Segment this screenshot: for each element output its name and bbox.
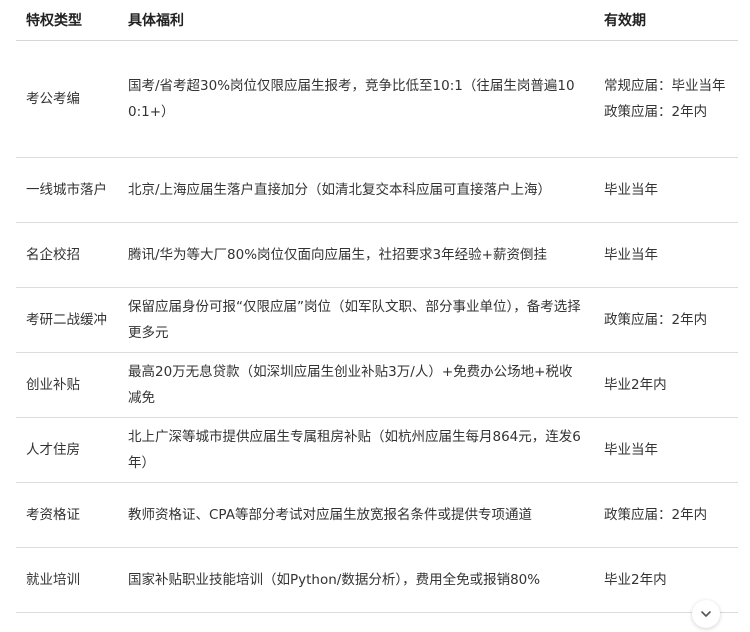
cell-type: 一线城市落户 — [16, 157, 118, 223]
cell-validity: 政策应届：2年内 — [594, 287, 738, 353]
table-row: 就业培训 国家补贴职业技能培训（如Python/数据分析），费用全免或报销80%… — [16, 547, 738, 613]
header-type: 特权类型 — [16, 0, 118, 41]
cell-validity: 毕业当年 — [594, 417, 738, 483]
chevron-down-icon — [701, 611, 711, 617]
cell-validity: 毕业当年 — [594, 157, 738, 223]
cell-validity: 政策应届：2年内 — [594, 482, 738, 548]
cell-benefit: 北上广深等城市提供应届生专属租房补贴（如杭州应届生每月864元，连发6年） — [118, 417, 594, 483]
cell-type: 考公考编 — [16, 40, 118, 158]
cell-validity: 常规应届：毕业当年 政策应届：2年内 — [594, 40, 738, 158]
cell-benefit: 最高20万无息贷款（如深圳应届生创业补贴3万/人）+免费办公场地+税收减免 — [118, 352, 594, 418]
cell-validity: 毕业2年内 — [594, 547, 738, 613]
cell-validity: 毕业当年 — [594, 222, 738, 288]
table-row: 人才住房 北上广深等城市提供应届生专属租房补贴（如杭州应届生每月864元，连发6… — [16, 417, 738, 483]
cell-benefit: 保留应届身份可报“仅限应届”岗位（如军队文职、部分事业单位），备考选择更多元 — [118, 287, 594, 353]
header-validity: 有效期 — [594, 0, 738, 41]
cell-type: 人才住房 — [16, 417, 118, 483]
cell-type: 就业培训 — [16, 547, 118, 613]
table-row: 名企校招 腾讯/华为等大厂80%岗位仅面向应届生，社招要求3年经验+薪资倒挂 毕… — [16, 222, 738, 288]
cell-benefit: 国考/省考超30%岗位仅限应届生报考，竞争比低至10:1（往届生岗普遍100:1… — [118, 40, 594, 158]
cell-benefit: 教师资格证、CPA等部分考试对应届生放宽报名条件或提供专项通道 — [118, 482, 594, 548]
cell-benefit: 北京/上海应届生落户直接加分（如清北复交本科应届可直接落户上海） — [118, 157, 594, 223]
scroll-down-button[interactable] — [692, 600, 720, 628]
cell-type: 考资格证 — [16, 482, 118, 548]
table-header-row: 特权类型 具体福利 有效期 — [16, 0, 738, 41]
table-row: 考研二战缓冲 保留应届身份可报“仅限应届”岗位（如军队文职、部分事业单位），备考… — [16, 287, 738, 353]
benefits-table-container: 特权类型 具体福利 有效期 考公考编 国考/省考超30%岗位仅限应届生报考，竞争… — [16, 0, 738, 613]
table-row: 一线城市落户 北京/上海应届生落户直接加分（如清北复交本科应届可直接落户上海） … — [16, 157, 738, 223]
table-row: 创业补贴 最高20万无息贷款（如深圳应届生创业补贴3万/人）+免费办公场地+税收… — [16, 352, 738, 418]
cell-validity: 毕业2年内 — [594, 352, 738, 418]
validity-line: 常规应届：毕业当年 政策应届：2年内 — [604, 78, 726, 120]
cell-type: 考研二战缓冲 — [16, 287, 118, 353]
cell-benefit: 国家补贴职业技能培训（如Python/数据分析），费用全免或报销80% — [118, 547, 594, 613]
cell-benefit: 腾讯/华为等大厂80%岗位仅面向应届生，社招要求3年经验+薪资倒挂 — [118, 222, 594, 288]
cell-type: 名企校招 — [16, 222, 118, 288]
table-row: 考资格证 教师资格证、CPA等部分考试对应届生放宽报名条件或提供专项通道 政策应… — [16, 482, 738, 548]
header-benefit: 具体福利 — [118, 0, 594, 41]
table-row: 考公考编 国考/省考超30%岗位仅限应届生报考，竞争比低至10:1（往届生岗普遍… — [16, 40, 738, 158]
cell-type: 创业补贴 — [16, 352, 118, 418]
benefits-table: 特权类型 具体福利 有效期 考公考编 国考/省考超30%岗位仅限应届生报考，竞争… — [16, 0, 738, 613]
